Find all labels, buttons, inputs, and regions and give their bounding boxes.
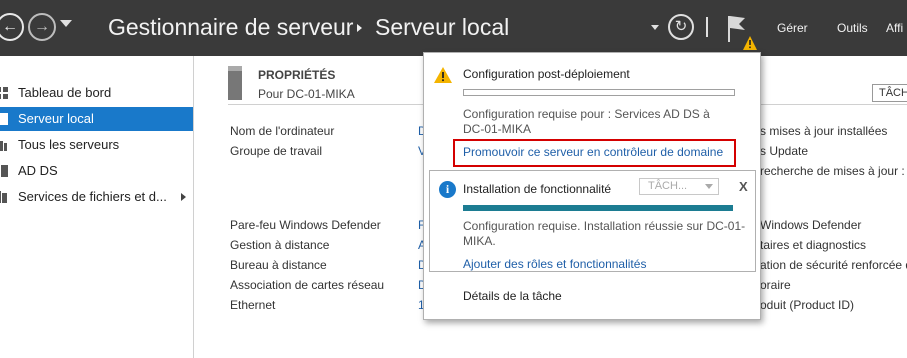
task-select-value: TÂCH... bbox=[648, 180, 688, 192]
menu-view[interactable]: Affi bbox=[886, 21, 903, 35]
directory-icon bbox=[1, 165, 8, 177]
breadcrumb-separator-icon bbox=[357, 24, 362, 32]
expand-arrow-icon[interactable] bbox=[181, 193, 186, 201]
property-label-remote-desktop: Bureau à distance bbox=[230, 258, 327, 272]
properties-title: PROPRIÉTÉS bbox=[258, 68, 336, 82]
properties-subtitle: Pour DC-01-MIKA bbox=[258, 87, 355, 101]
breadcrumb-root[interactable]: Gestionnaire de serveur bbox=[108, 14, 353, 41]
sidebar-item-file-services[interactable]: Services de fichiers et d... bbox=[0, 185, 193, 209]
property-label-right: s Update bbox=[760, 144, 809, 158]
sidebar-item-label: Services de fichiers et d... bbox=[18, 189, 167, 204]
property-label-nic-teaming: Association de cartes réseau bbox=[230, 278, 385, 292]
sidebar: Tableau de bord Serveur local Tous les s… bbox=[0, 56, 194, 358]
property-label-workgroup: Groupe de travail bbox=[230, 144, 323, 158]
menu-manage[interactable]: Gérer bbox=[777, 21, 808, 35]
property-label-right: ation de sécurité renforcée de bbox=[760, 258, 907, 272]
add-roles-link[interactable]: Ajouter des rôles et fonctionnalités bbox=[463, 257, 646, 271]
dashboard-icon bbox=[0, 87, 8, 99]
feature-install-message: Configuration requise. Installation réus… bbox=[463, 219, 746, 248]
server-icon bbox=[0, 113, 8, 125]
sidebar-item-label: Tous les serveurs bbox=[18, 137, 120, 152]
server-icon bbox=[228, 66, 242, 100]
post-deploy-title: Configuration post-déploiement bbox=[463, 67, 630, 81]
sidebar-item-label: Serveur local bbox=[18, 111, 94, 126]
sidebar-item-all-servers[interactable]: Tous les serveurs bbox=[0, 133, 193, 157]
warning-icon bbox=[434, 67, 452, 83]
sidebar-item-ad-ds[interactable]: AD DS bbox=[0, 159, 193, 183]
post-deploy-message: Configuration requise pour : Services AD… bbox=[463, 107, 710, 136]
property-label-right: s mises à jour installées bbox=[760, 124, 888, 138]
property-label-right: recherche de mises à jour : bbox=[760, 164, 905, 178]
chevron-down-icon[interactable] bbox=[651, 25, 659, 30]
property-label-computer-name: Nom de l'ordinateur bbox=[230, 124, 335, 138]
servers-icon bbox=[0, 141, 7, 151]
forward-arrow-icon[interactable]: → bbox=[28, 13, 56, 41]
property-label-ethernet: Ethernet bbox=[230, 298, 276, 312]
file-server-icon bbox=[0, 191, 7, 203]
menu-tools[interactable]: Outils bbox=[837, 21, 868, 35]
task-details-link[interactable]: Détails de la tâche bbox=[463, 289, 562, 303]
back-arrow-icon[interactable]: ← bbox=[0, 13, 24, 41]
refresh-icon[interactable]: ↻ bbox=[668, 14, 694, 40]
notifications-popup: Configuration post-déploiement Configura… bbox=[423, 52, 761, 320]
sidebar-item-local-server[interactable]: Serveur local bbox=[0, 107, 193, 131]
property-label-right: taires et diagnostics bbox=[760, 238, 867, 252]
property-label-remote-management: Gestion à distance bbox=[230, 238, 330, 252]
sidebar-item-label: Tableau de bord bbox=[18, 85, 112, 100]
property-label-right: Windows Defender bbox=[760, 218, 862, 232]
title-bar: ← → Gestionnaire de serveur Serveur loca… bbox=[0, 0, 907, 56]
property-label-right: oraire bbox=[760, 278, 791, 292]
tasks-button[interactable]: TÂCH bbox=[872, 84, 907, 102]
sidebar-item-label: AD DS bbox=[18, 163, 58, 178]
feature-install-panel: i Installation de fonctionnalité TÂCH...… bbox=[429, 170, 756, 272]
property-label-right: oduit (Product ID) bbox=[760, 298, 855, 312]
info-icon: i bbox=[439, 181, 456, 198]
feature-install-progress bbox=[463, 205, 733, 211]
notification-flag-icon[interactable] bbox=[725, 10, 757, 50]
sidebar-item-dashboard[interactable]: Tableau de bord bbox=[0, 81, 193, 105]
toolbar-divider bbox=[706, 17, 708, 37]
breadcrumb-current: Serveur local bbox=[375, 14, 510, 40]
post-deploy-progress bbox=[463, 89, 735, 96]
history-dropdown-icon[interactable] bbox=[60, 20, 72, 27]
task-select[interactable]: TÂCH... bbox=[639, 178, 719, 195]
chevron-down-icon bbox=[705, 184, 713, 189]
property-label-firewall: Pare-feu Windows Defender bbox=[230, 218, 381, 232]
promote-dc-link[interactable]: Promouvoir ce serveur en contrôleur de d… bbox=[463, 145, 723, 159]
close-icon[interactable]: X bbox=[739, 179, 748, 194]
feature-install-title: Installation de fonctionnalité bbox=[463, 182, 612, 196]
